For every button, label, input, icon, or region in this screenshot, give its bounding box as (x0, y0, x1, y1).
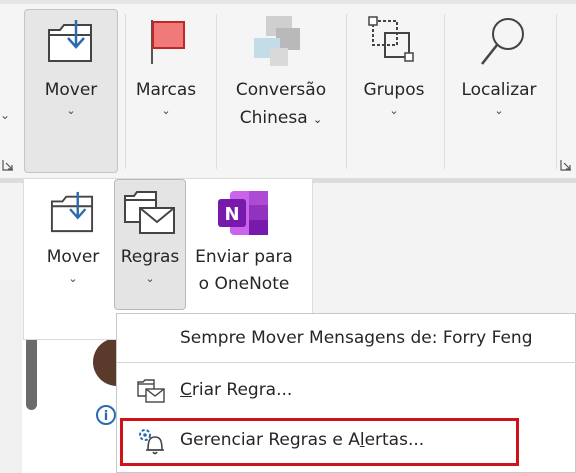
ribbon-top-edge (0, 0, 576, 4)
groups-icon (368, 16, 420, 68)
chevron-down-icon: ⌄ (389, 104, 399, 117)
regras-label: Regras (120, 247, 180, 267)
info-icon[interactable]: i (96, 405, 116, 425)
chinese-conversion-icon (252, 14, 306, 68)
rules-icon (122, 186, 178, 236)
flag-icon (148, 18, 188, 66)
menu-item-label: Sempre Mover Mensagens de: Forry Feng (180, 328, 533, 348)
mover-panel-label: Mover (46, 247, 100, 267)
menu-item-create-rule[interactable]: Criar Regra... (118, 368, 574, 414)
chinesa-label: Chinesa ⌄ (239, 108, 323, 128)
menu-item-label: Criar Regra... (180, 380, 293, 400)
search-icon (478, 16, 526, 68)
folder-pane (0, 280, 22, 473)
mover-ribbon-label: Mover (44, 80, 98, 100)
conversao-label: Conversão (235, 80, 327, 100)
svg-text:N: N (224, 204, 239, 225)
move-to-folder-icon (48, 190, 96, 234)
grupos-label: Grupos (363, 80, 425, 100)
chevron-down-icon: ⌄ (145, 272, 155, 285)
dialog-launcher-icon[interactable] (2, 156, 14, 171)
ribbon-separator (444, 14, 445, 169)
menu-separator (117, 362, 576, 363)
onenote-label-line2: o OneNote (198, 274, 290, 294)
chevron-down-icon: ⌄ (68, 272, 78, 285)
dialog-launcher-icon[interactable] (560, 156, 572, 171)
ribbon-separator (125, 14, 126, 169)
ribbon-separator (216, 14, 217, 169)
onenote-icon: N (216, 188, 272, 238)
chevron-down-icon: ⌄ (161, 104, 171, 117)
localizar-label: Localizar (461, 80, 537, 100)
ribbon-separator (346, 14, 347, 169)
highlight-box (120, 418, 519, 466)
menu-item-always-move[interactable]: Sempre Mover Mensagens de: Forry Feng (118, 318, 574, 360)
chevron-down-icon: ⌄ (66, 104, 76, 117)
ribbon-separator (556, 14, 557, 169)
marcas-label: Marcas (135, 80, 197, 100)
chevron-down-icon: ⌄ (494, 104, 504, 117)
ribbon-left-partial-chevron: ⌄ (0, 108, 11, 122)
onenote-label-line1: Enviar para (195, 247, 293, 267)
create-rule-icon (136, 376, 166, 404)
move-to-folder-icon (46, 18, 94, 64)
